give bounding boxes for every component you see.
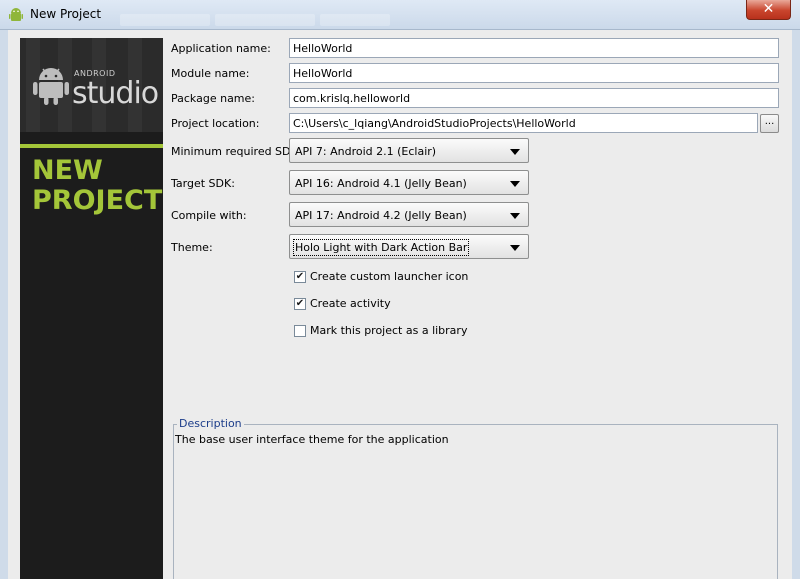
application-name-input[interactable]: HelloWorld [289, 38, 779, 58]
background-window-ghost [215, 14, 315, 26]
target-sdk-value: API 16: Android 4.1 (Jelly Bean) [295, 177, 467, 190]
android-studio-banner: ANDROID studio NEW PROJECT [20, 38, 163, 579]
checkbox-box[interactable]: ✔ [294, 298, 306, 310]
description-legend: Description [177, 417, 244, 430]
dropdown-arrow-icon [510, 181, 520, 187]
package-name-input[interactable]: com.krislq.helloworld [289, 88, 779, 108]
android-robot-icon [33, 68, 69, 105]
dropdown-arrow-icon [510, 245, 520, 251]
compile-with-value: API 17: Android 4.2 (Jelly Bean) [295, 209, 467, 222]
compile-with-label: Compile with: [171, 209, 247, 222]
dropdown-arrow-icon [510, 149, 520, 155]
close-icon: ✕ [762, 1, 775, 17]
application-name-label: Application name: [171, 42, 271, 55]
min-sdk-label: Minimum required SDK: [171, 145, 302, 158]
checkbox-label: Create custom launcher icon [310, 270, 469, 283]
description-text: The base user interface theme for the ap… [175, 433, 449, 446]
checkbox-label: Create activity [310, 297, 391, 310]
browse-location-button[interactable]: ... [760, 114, 779, 133]
package-name-label: Package name: [171, 92, 255, 105]
min-sdk-value: API 7: Android 2.1 (Eclair) [295, 145, 437, 158]
module-name-input[interactable]: HelloWorld [289, 63, 779, 83]
banner-divider [20, 144, 163, 148]
target-sdk-dropdown[interactable]: API 16: Android 4.1 (Jelly Bean) [289, 170, 529, 195]
window-frame-right [792, 30, 800, 579]
module-name-label: Module name: [171, 67, 250, 80]
theme-dropdown[interactable]: Holo Light with Dark Action Bar [289, 234, 529, 259]
background-window-ghost [320, 14, 390, 26]
title-bar: New Project ✕ [0, 0, 800, 30]
close-button[interactable]: ✕ [746, 0, 791, 20]
banner-new-heading: NEW [32, 155, 103, 186]
min-sdk-dropdown[interactable]: API 7: Android 2.1 (Eclair) [289, 138, 529, 163]
description-group [173, 424, 778, 579]
checkbox-box[interactable]: ✔ [294, 271, 306, 283]
studio-wordmark: studio [72, 76, 159, 111]
target-sdk-label: Target SDK: [171, 177, 235, 190]
background-window-ghost [120, 14, 210, 26]
project-location-label: Project location: [171, 117, 260, 130]
window-frame-left [0, 30, 8, 579]
banner-project-heading: PROJECT [32, 185, 163, 216]
android-app-icon [9, 8, 23, 21]
project-location-input[interactable]: C:\Users\c_lqiang\AndroidStudioProjects\… [289, 113, 758, 133]
checkbox-box[interactable] [294, 325, 306, 337]
checkbox-label: Mark this project as a library [310, 324, 468, 337]
theme-label: Theme: [171, 241, 213, 254]
window-title: New Project [30, 7, 102, 21]
dropdown-arrow-icon [510, 213, 520, 219]
banner-header: ANDROID studio [20, 38, 163, 132]
compile-with-dropdown[interactable]: API 17: Android 4.2 (Jelly Bean) [289, 202, 529, 227]
theme-value: Holo Light with Dark Action Bar [292, 239, 470, 256]
